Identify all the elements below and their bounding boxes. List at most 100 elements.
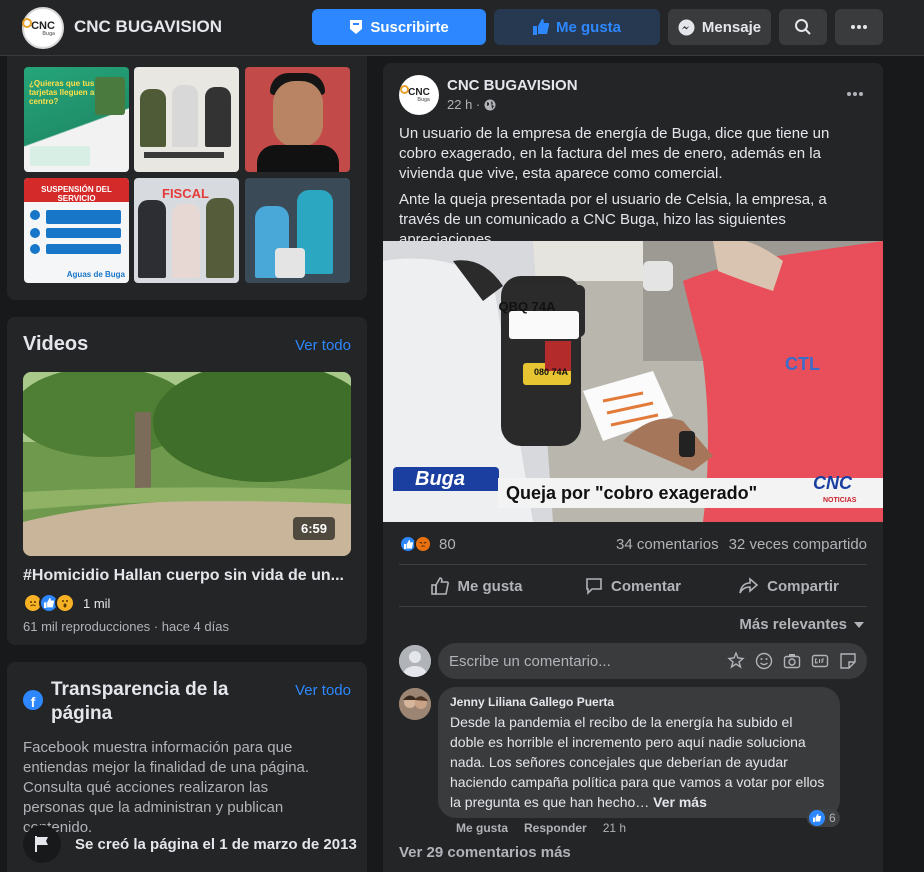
- videos-see-all-link[interactable]: Ver todo: [295, 337, 351, 354]
- video-thumbnail[interactable]: 6:59: [23, 372, 351, 556]
- comment-actions: Me gusta Responder 21 h: [456, 821, 626, 835]
- comment-icon: [586, 578, 602, 595]
- post-author-name[interactable]: CNC BUGAVISION: [447, 77, 578, 94]
- page-header: CNC Buga CNC BUGAVISION Suscribirte Me g…: [0, 0, 924, 56]
- post-timestamp[interactable]: 22 h ·: [447, 97, 496, 112]
- post-comments-count[interactable]: 34 comentarios: [616, 536, 719, 553]
- comment-author-avatar[interactable]: [399, 688, 431, 720]
- angry-reaction-icon: [414, 535, 432, 553]
- like-page-button[interactable]: Me gusta: [494, 9, 660, 45]
- comment-input[interactable]: Escribe un comentario...: [438, 643, 867, 679]
- page-logo[interactable]: CNC Buga: [22, 7, 64, 49]
- current-user-avatar[interactable]: [399, 645, 431, 677]
- license-plate-bottom: 080 74A: [533, 367, 569, 377]
- divider: [399, 564, 867, 565]
- emoji-icon[interactable]: [755, 652, 773, 670]
- comment-reactions[interactable]: 6: [807, 809, 840, 827]
- transparency-title: Transparencia de la página: [51, 679, 229, 724]
- logo-subtext: Buga: [417, 97, 430, 103]
- photo-thumbnail[interactable]: [245, 67, 350, 172]
- post-options-button[interactable]: [847, 83, 863, 101]
- video-meta: 61 mil reproducciones · hace 4 días: [23, 619, 229, 634]
- post-time-text: 22 h ·: [447, 97, 481, 112]
- globe-icon: [484, 99, 496, 110]
- post-card: CNC Buga CNC BUGAVISION 22 h · Un usuari…: [383, 63, 883, 872]
- page-name[interactable]: CNC BUGAVISION: [74, 17, 222, 37]
- bell-icon: [350, 20, 363, 34]
- photo-thumbnail[interactable]: ¿Quieras que tus tarjetas lleguen al cen…: [24, 67, 129, 172]
- comment-text: Desde la pandemia el recibo de la energí…: [450, 712, 828, 812]
- comment-timestamp[interactable]: 21 h: [603, 821, 626, 835]
- transparency-description: Facebook muestra información para que en…: [23, 739, 310, 836]
- messenger-icon: [678, 19, 695, 35]
- videos-title: Videos: [23, 333, 89, 355]
- share-post-button[interactable]: Compartir: [711, 567, 867, 605]
- view-more-comments-link[interactable]: Ver 29 comentarios más: [399, 844, 571, 861]
- divider: [399, 606, 867, 607]
- news-watermark-sub: NOTICIAS: [823, 497, 857, 504]
- photos-card: ¿Quieras que tus tarjetas lleguen al cen…: [7, 56, 367, 300]
- video-duration: 6:59: [292, 517, 335, 540]
- facebook-icon: f: [23, 690, 43, 710]
- videos-card: Videos Ver todo 6:59 #Homicidio Hallan c…: [7, 317, 367, 645]
- photo-thumbnail[interactable]: [245, 178, 350, 283]
- subscribe-button[interactable]: Suscribirte: [312, 9, 486, 45]
- wow-reaction-icon: [55, 593, 75, 613]
- more-options-button[interactable]: [835, 9, 883, 45]
- photo-caption: FISCAL: [162, 186, 209, 201]
- post-image[interactable]: QBQ 74A 080 74A CTL Buga Queja por "cobr…: [383, 241, 883, 522]
- thumbs-up-icon: [532, 19, 549, 35]
- sticker-icon[interactable]: [839, 652, 857, 670]
- news-watermark: CNC: [813, 473, 852, 493]
- comment-reply-button[interactable]: Responder: [524, 821, 587, 835]
- transparency-see-all-link[interactable]: Ver todo: [295, 682, 351, 699]
- comment-placeholder: Escribe un comentario...: [449, 653, 611, 670]
- comment-like-button[interactable]: Me gusta: [456, 821, 508, 835]
- logo-ring-icon: [22, 17, 33, 28]
- avatar-sticker-icon[interactable]: [727, 652, 745, 670]
- post-paragraph: Un usuario de la empresa de energía de B…: [399, 125, 830, 182]
- like-reaction-icon: [809, 810, 825, 826]
- photo-thumbnail[interactable]: FISCAL: [134, 178, 239, 283]
- share-icon: [739, 577, 759, 594]
- post-reaction-count: 80: [439, 535, 456, 553]
- like-post-label: Me gusta: [457, 577, 523, 595]
- post-body: Un usuario de la empresa de energía de B…: [399, 124, 869, 256]
- gif-icon[interactable]: [811, 652, 829, 670]
- search-button[interactable]: [779, 9, 827, 45]
- comment-sort-dropdown[interactable]: Más relevantes: [739, 616, 865, 633]
- location-tag: Buga: [393, 467, 499, 491]
- comment-author-name[interactable]: Jenny Liliana Gallego Puerta: [450, 695, 828, 709]
- more-dots-icon: [847, 92, 863, 96]
- share-post-label: Compartir: [767, 577, 839, 595]
- post-reactions[interactable]: 80: [399, 535, 456, 553]
- comment-sort-label: Más relevantes: [739, 616, 847, 633]
- photo-brand: Aguas de Buga: [66, 270, 125, 279]
- chevron-down-icon: [854, 621, 864, 628]
- photo-thumbnail[interactable]: [134, 67, 239, 172]
- comment-post-button[interactable]: Comentar: [555, 567, 711, 605]
- photo-caption: SUSPENSIÓN DEL SERVICIO: [24, 178, 129, 203]
- video-reaction-count: 1 mil: [83, 595, 111, 611]
- comment-see-more-link[interactable]: Ver más: [653, 794, 707, 810]
- page-created-text: Se creó la página el 1 de marzo de 2013: [75, 835, 357, 853]
- message-label: Mensaje: [701, 18, 762, 36]
- search-icon: [795, 19, 811, 35]
- like-page-label: Me gusta: [555, 18, 621, 36]
- post-shares-count[interactable]: 32 veces compartido: [729, 536, 867, 553]
- like-post-button[interactable]: Me gusta: [399, 567, 555, 605]
- video-title[interactable]: #Homicidio Hallan cuerpo sin vida de un.…: [23, 567, 355, 585]
- camera-icon[interactable]: [783, 652, 801, 670]
- post-author-avatar[interactable]: CNC Buga: [399, 75, 439, 115]
- flag-icon: [23, 825, 61, 863]
- photo-thumbnail[interactable]: SUSPENSIÓN DEL SERVICIO Aguas de Buga: [24, 178, 129, 283]
- photo-caption: ¿Quieras que tus tarjetas lleguen al cen…: [29, 79, 97, 106]
- more-dots-icon: [851, 25, 867, 29]
- subscribe-label: Suscribirte: [370, 18, 449, 36]
- post-stats: 80 34 comentarios 32 veces compartido: [399, 533, 867, 555]
- comment-post-label: Comentar: [610, 577, 681, 595]
- video-reactions[interactable]: 1 mil: [23, 593, 110, 613]
- message-button[interactable]: Mensaje: [668, 9, 771, 45]
- thumbs-up-icon: [431, 577, 450, 595]
- logo-subtext: Buga: [42, 30, 55, 37]
